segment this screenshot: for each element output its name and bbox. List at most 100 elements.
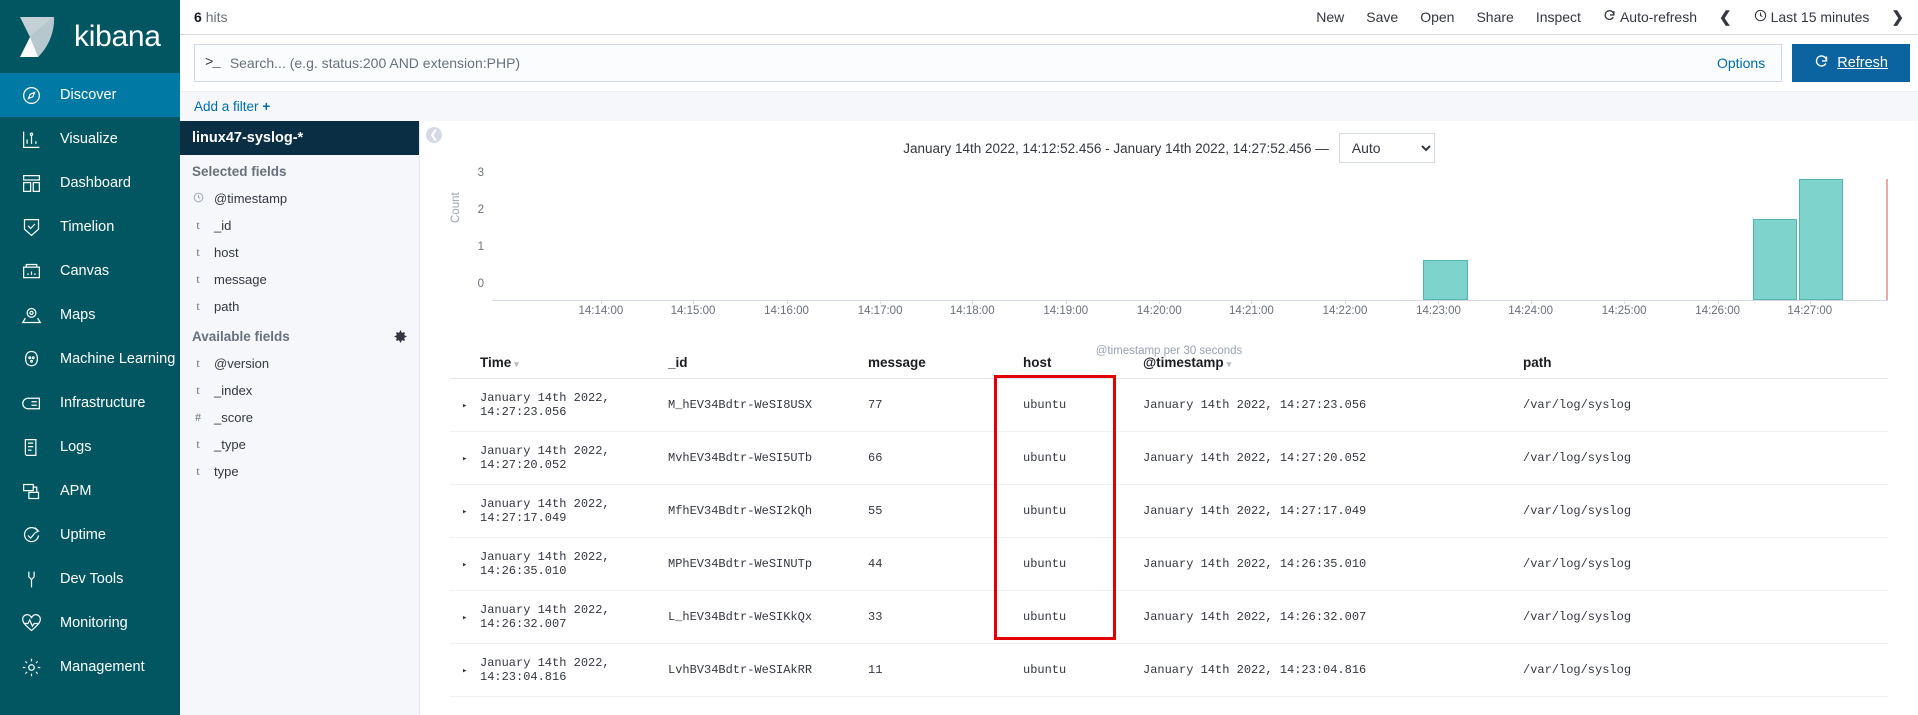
options-button[interactable]: Options [1717, 55, 1771, 71]
filter-bar: Add a filter + [180, 91, 1918, 121]
new-button[interactable]: New [1316, 9, 1344, 25]
field-item-type[interactable]: t type [180, 458, 419, 485]
string-field-icon: t [196, 218, 200, 232]
field-name: host [214, 245, 239, 260]
expand-cell: ▸ [450, 484, 480, 538]
refresh-button[interactable]: Refresh [1792, 44, 1910, 82]
interval-select[interactable]: Auto [1338, 133, 1435, 163]
sidebar-item-dashboard[interactable]: Dashboard [0, 161, 180, 205]
expand-row-icon[interactable]: ▸ [450, 560, 467, 570]
table-row[interactable]: ▸ January 14th 2022, 14:23:04.816 LvhBV3… [450, 643, 1888, 697]
cell-host: ubuntu [1023, 590, 1143, 644]
time-range-label: Last 15 minutes [1770, 9, 1870, 25]
sort-caret-icon[interactable]: ▾ [514, 359, 519, 369]
gear-icon [20, 656, 42, 678]
add-filter-label: Add a filter [194, 99, 259, 114]
sidebar-item-discover[interactable]: Discover [0, 73, 180, 117]
refresh-label: Refresh [1837, 55, 1888, 71]
sidebar-item-maps[interactable]: Maps [0, 293, 180, 337]
sidebar-item-label: Visualize [60, 131, 118, 147]
field-item-path[interactable]: t path [180, 293, 419, 320]
cell-message: 77 [868, 378, 1023, 432]
cell-id: LvhBV34Bdtr-WeSIAkRR [668, 643, 868, 697]
plot-canvas: 14:14:00 14:15:00 14:16:00 14:17:00 14:1… [492, 179, 1888, 317]
cell-id: L_hEV34Bdtr-WeSIKkQx [668, 590, 868, 644]
search-box[interactable]: >_ Options [194, 44, 1783, 82]
inspect-button[interactable]: Inspect [1536, 9, 1581, 25]
kibana-brand[interactable]: kibana [0, 0, 180, 73]
search-input[interactable] [229, 55, 1707, 71]
y-tick-3: 3 [477, 167, 484, 179]
sidebar-item-logs[interactable]: Logs [0, 425, 180, 469]
sidebar-item-canvas[interactable]: Canvas [0, 249, 180, 293]
expand-row-icon[interactable]: ▸ [450, 507, 467, 517]
cell-path: /var/log/syslog [1523, 643, 1888, 697]
collapse-sidebar-icon[interactable]: ❮ [426, 127, 442, 143]
hits-count: 6 [194, 9, 202, 25]
cell-id: MvhEV34Bdtr-WeSI5UTb [668, 431, 868, 485]
expand-row-icon[interactable]: ▸ [450, 454, 467, 464]
save-button[interactable]: Save [1366, 9, 1398, 25]
selected-fields-title: Selected fields [180, 155, 419, 185]
map-marker-icon [20, 304, 42, 326]
sidebar-item-management[interactable]: Management [0, 645, 180, 689]
table-row[interactable]: ▸ January 14th 2022, 14:27:23.056 M_hEV3… [450, 378, 1888, 432]
expand-cell: ▸ [450, 431, 480, 485]
time-prev-button[interactable]: ❮ [1719, 8, 1732, 26]
column-header-time[interactable]: Time ▾ [480, 349, 668, 379]
sidebar-item-infrastructure[interactable]: Infrastructure [0, 381, 180, 425]
share-button[interactable]: Share [1476, 9, 1513, 25]
time-next-button[interactable]: ❯ [1891, 8, 1904, 26]
timelion-icon [20, 216, 42, 238]
sidebar-item-label: Infrastructure [60, 395, 146, 411]
table-row[interactable]: ▸ January 14th 2022, 14:27:20.052 MvhEV3… [450, 431, 1888, 485]
expand-row-icon[interactable]: ▸ [450, 613, 467, 623]
histogram-chart[interactable]: Count 3 2 1 0 14:14:00 14:15:00 14:16:00 [450, 167, 1888, 357]
column-label: Time [480, 355, 512, 370]
expand-row-icon[interactable]: ▸ [450, 401, 467, 411]
table-row[interactable]: ▸ January 14th 2022, 14:27:17.049 MfhEV3… [450, 484, 1888, 538]
sidebar-item-visualize[interactable]: Visualize [0, 117, 180, 161]
doc-table-container: Time ▾ _id message host @timestamp ▾ path [420, 349, 1918, 715]
sidebar-item-label: Dev Tools [60, 571, 124, 587]
open-button[interactable]: Open [1420, 9, 1454, 25]
cell-host: ubuntu [1023, 378, 1143, 432]
gear-icon[interactable] [394, 330, 407, 343]
sidebar-item-uptime[interactable]: Uptime [0, 513, 180, 557]
index-pattern-selector[interactable]: linux47-syslog-* [180, 121, 419, 155]
cell-host: ubuntu [1023, 431, 1143, 485]
field-item-message[interactable]: t message [180, 266, 419, 293]
sidebar-item-label: Management [60, 659, 145, 675]
field-item-score[interactable]: # _score [180, 404, 419, 431]
column-header-id[interactable]: _id [668, 349, 868, 379]
field-item-timestamp[interactable]: @timestamp [180, 185, 419, 212]
histogram-bar[interactable] [1752, 219, 1798, 300]
histogram-bar[interactable] [1798, 179, 1844, 300]
column-header-host[interactable]: host [1023, 349, 1143, 379]
sort-caret-icon[interactable]: ▾ [1227, 359, 1232, 369]
sidebar-item-machine-learning[interactable]: Machine Learning [0, 337, 180, 381]
add-filter-button[interactable]: Add a filter + [194, 99, 270, 114]
sidebar-item-apm[interactable]: APM [0, 469, 180, 513]
sidebar-item-monitoring[interactable]: Monitoring [0, 601, 180, 645]
field-item-version[interactable]: t @version [180, 350, 419, 377]
time-range-button[interactable]: Last 15 minutes [1754, 9, 1870, 25]
column-header-timestamp[interactable]: @timestamp ▾ [1143, 349, 1523, 379]
table-row[interactable]: ▸ January 14th 2022, 14:26:35.010 MPhEV3… [450, 537, 1888, 591]
histogram-bar[interactable] [1423, 259, 1468, 300]
field-item-index[interactable]: t _index [180, 377, 419, 404]
field-item-id[interactable]: t _id [180, 212, 419, 239]
field-item-host[interactable]: t host [180, 239, 419, 266]
sidebar-item-dev-tools[interactable]: Dev Tools [0, 557, 180, 601]
expand-row-icon[interactable]: ▸ [450, 666, 467, 676]
cell-timestamp: January 14th 2022, 14:27:17.049 [1143, 484, 1523, 538]
sidebar-item-label: Uptime [60, 527, 106, 543]
prompt-icon: >_ [205, 55, 221, 71]
field-item-type-underscore[interactable]: t _type [180, 431, 419, 458]
auto-refresh-button[interactable]: Auto-refresh [1603, 9, 1697, 25]
field-name: _index [214, 383, 253, 398]
column-header-path[interactable]: path [1523, 349, 1888, 379]
column-header-message[interactable]: message [868, 349, 1023, 379]
table-row[interactable]: ▸ January 14th 2022, 14:26:32.007 L_hEV3… [450, 590, 1888, 644]
sidebar-item-timelion[interactable]: Timelion [0, 205, 180, 249]
